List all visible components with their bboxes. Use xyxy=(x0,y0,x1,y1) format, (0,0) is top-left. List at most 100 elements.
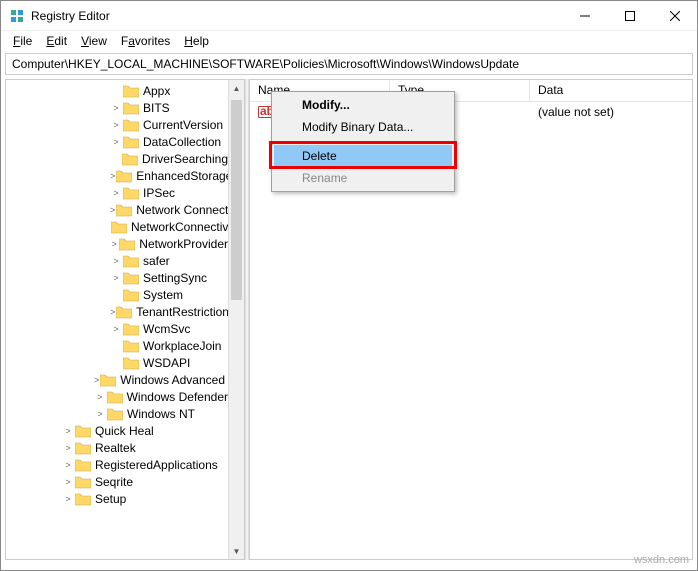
scroll-thumb[interactable] xyxy=(231,100,242,300)
value-data: (value not set) xyxy=(530,103,692,121)
tree-node[interactable]: > NetworkProvider xyxy=(6,235,228,252)
context-modify-binary[interactable]: Modify Binary Data... xyxy=(274,116,452,138)
app-icon xyxy=(9,8,25,24)
tree-label: Realtek xyxy=(95,441,136,455)
menu-view-label: iew xyxy=(89,34,107,48)
string-value-icon: ab xyxy=(258,105,272,119)
tree-label: Setup xyxy=(95,492,126,506)
menu-edit-label: dit xyxy=(54,34,67,48)
maximize-button[interactable] xyxy=(607,1,652,30)
menu-file-label: ile xyxy=(20,34,32,48)
context-rename[interactable]: Rename xyxy=(274,167,452,189)
tree-node[interactable]: > DataCollection xyxy=(6,133,228,150)
tree-node[interactable]: Appx xyxy=(6,82,228,99)
tree-node[interactable]: NetworkConnectivityStatusIndicator xyxy=(6,218,228,235)
title-bar: Registry Editor xyxy=(1,1,697,31)
tree-label: NetworkConnectivityStatusIndicator xyxy=(131,220,228,234)
tree-label: SettingSync xyxy=(143,271,207,285)
expand-icon[interactable] xyxy=(110,153,121,165)
expand-icon[interactable] xyxy=(110,357,122,369)
tree-label: WSDAPI xyxy=(143,356,190,370)
tree-node[interactable]: > EnhancedStorageDevices xyxy=(6,167,228,184)
menu-file[interactable]: File xyxy=(7,32,38,50)
tree-label: Network Connections xyxy=(136,203,228,217)
expand-icon[interactable]: > xyxy=(94,374,99,386)
expand-icon[interactable] xyxy=(110,340,122,352)
tree-label: Quick Heal xyxy=(95,424,154,438)
tree-node[interactable]: > Windows Advanced Threat Protection xyxy=(6,371,228,388)
tree-node[interactable]: > SettingSync xyxy=(6,269,228,286)
expand-icon[interactable] xyxy=(110,289,122,301)
scroll-up-icon[interactable]: ▲ xyxy=(229,80,244,96)
tree-node[interactable]: > WcmSvc xyxy=(6,320,228,337)
expand-icon[interactable]: > xyxy=(62,442,74,454)
tree-node[interactable]: > Quick Heal xyxy=(6,422,228,439)
context-modify[interactable]: Modify... xyxy=(274,94,452,116)
column-data[interactable]: Data xyxy=(530,80,692,101)
scroll-down-icon[interactable]: ▼ xyxy=(229,543,244,559)
tree-node[interactable]: System xyxy=(6,286,228,303)
tree-node[interactable]: >safer xyxy=(6,252,228,269)
expand-icon[interactable]: > xyxy=(110,102,122,114)
tree-node[interactable]: > RegisteredApplications xyxy=(6,456,228,473)
window-title: Registry Editor xyxy=(31,9,562,23)
expand-icon[interactable]: > xyxy=(110,119,122,131)
registry-tree[interactable]: Appx>BITS>CurrentVersion>DataCollectionD… xyxy=(6,80,228,559)
tree-node[interactable]: > CurrentVersion xyxy=(6,116,228,133)
expand-icon[interactable]: > xyxy=(110,238,118,250)
menu-bar: File Edit View Favorites Help xyxy=(1,31,697,51)
tree-node[interactable]: > Setup xyxy=(6,490,228,507)
context-delete[interactable]: Delete xyxy=(274,145,452,167)
tree-node[interactable]: >TenantRestrictions xyxy=(6,303,228,320)
expand-icon[interactable]: > xyxy=(62,459,74,471)
tree-node[interactable]: > Seqrite xyxy=(6,473,228,490)
window-buttons xyxy=(562,1,697,30)
expand-icon[interactable]: > xyxy=(94,408,106,420)
address-bar[interactable]: Computer\HKEY_LOCAL_MACHINE\SOFTWARE\Pol… xyxy=(5,53,693,75)
tree-node[interactable]: > Network Connections xyxy=(6,201,228,218)
tree-label: CurrentVersion xyxy=(143,118,223,132)
expand-icon[interactable]: > xyxy=(94,391,106,403)
tree-node[interactable]: WorkplaceJoin xyxy=(6,337,228,354)
expand-icon[interactable]: > xyxy=(110,323,122,335)
tree-node[interactable]: >Windows NT xyxy=(6,405,228,422)
tree-node[interactable]: DriverSearching xyxy=(6,150,228,167)
tree-label: Appx xyxy=(143,84,170,98)
minimize-button[interactable] xyxy=(562,1,607,30)
tree-label: RegisteredApplications xyxy=(95,458,218,472)
expand-icon[interactable]: > xyxy=(110,255,122,267)
tree-label: EnhancedStorageDevices xyxy=(136,169,228,183)
expand-icon[interactable]: > xyxy=(110,306,115,318)
tree-node[interactable]: >Windows Defender xyxy=(6,388,228,405)
expand-icon[interactable]: > xyxy=(62,425,74,437)
menu-help[interactable]: Help xyxy=(178,32,215,50)
expand-icon[interactable]: > xyxy=(110,136,122,148)
tree-label: WcmSvc xyxy=(143,322,190,336)
expand-icon[interactable] xyxy=(110,85,122,97)
tree-node[interactable]: >IPSec xyxy=(6,184,228,201)
context-separator xyxy=(276,141,450,142)
expand-icon[interactable]: > xyxy=(110,204,115,216)
context-menu: Modify... Modify Binary Data... Delete R… xyxy=(271,91,455,192)
menu-favorites[interactable]: Favorites xyxy=(115,32,176,50)
tree-label: DataCollection xyxy=(143,135,221,149)
tree-scrollbar[interactable]: ▲ ▼ xyxy=(228,80,244,559)
menu-edit[interactable]: Edit xyxy=(40,32,73,50)
watermark: wsxdn.com xyxy=(634,554,689,566)
expand-icon[interactable]: > xyxy=(62,476,74,488)
tree-label: NetworkProvider xyxy=(139,237,228,251)
tree-label: Seqrite xyxy=(95,475,133,489)
tree-label: DriverSearching xyxy=(142,152,228,166)
menu-view[interactable]: View xyxy=(75,32,113,50)
minimize-icon xyxy=(580,11,590,21)
tree-node[interactable]: WSDAPI xyxy=(6,354,228,371)
expand-icon[interactable]: > xyxy=(110,170,115,182)
expand-icon[interactable]: > xyxy=(110,187,122,199)
close-button[interactable] xyxy=(652,1,697,30)
tree-node[interactable]: >BITS xyxy=(6,99,228,116)
expand-icon[interactable]: > xyxy=(62,493,74,505)
tree-label: Windows Advanced Threat Protection xyxy=(120,373,228,387)
expand-icon[interactable]: > xyxy=(110,272,122,284)
menu-favorites-label: vorites xyxy=(135,34,170,48)
tree-node[interactable]: > Realtek xyxy=(6,439,228,456)
